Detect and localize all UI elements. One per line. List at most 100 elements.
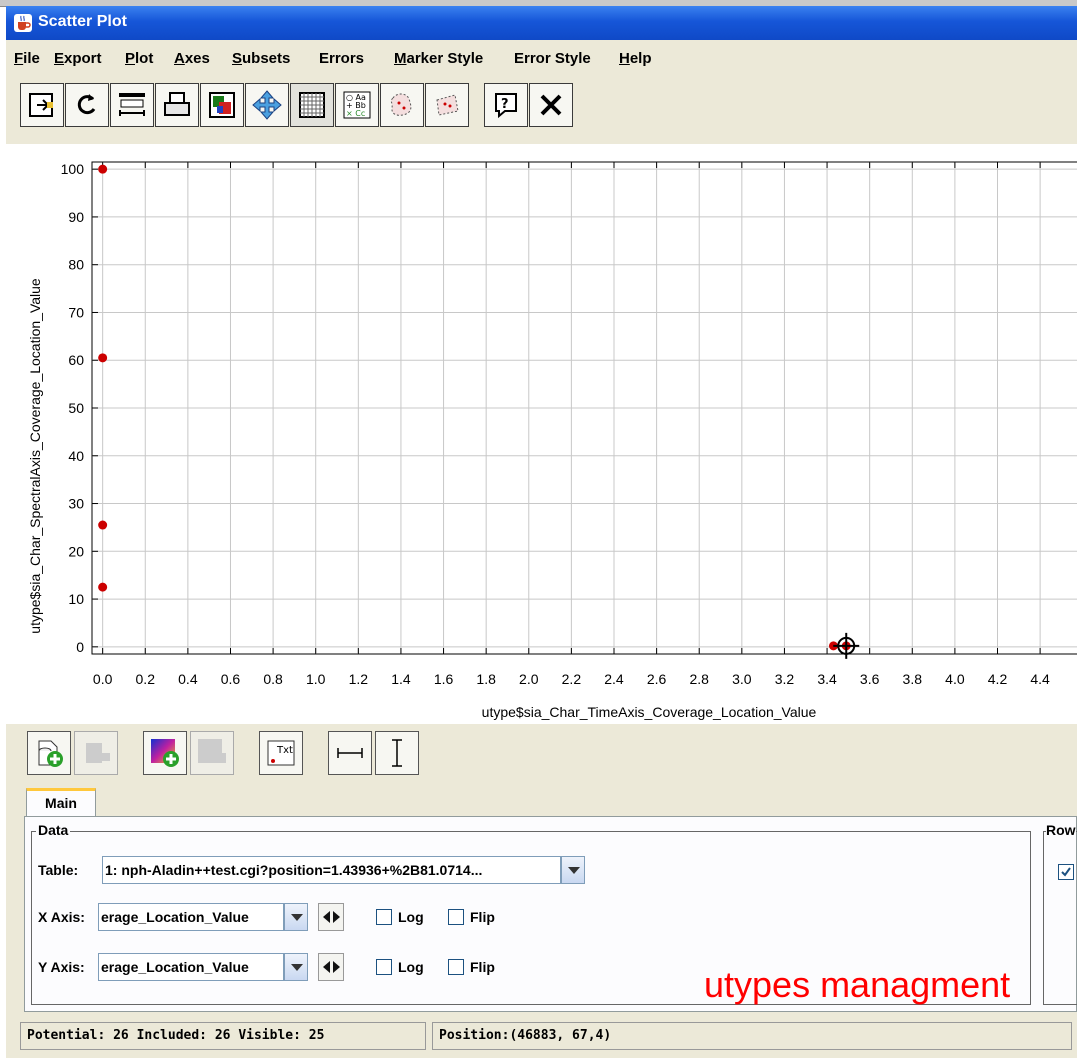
x-tick-label: 3.2 <box>775 671 795 687</box>
svg-text:× Cc: × Cc <box>346 109 365 118</box>
grid-icon <box>299 92 325 118</box>
add-dataset-button[interactable] <box>27 731 71 775</box>
data-point <box>98 520 108 530</box>
menu-help[interactable]: Help <box>619 50 652 67</box>
navigate-icon <box>252 90 282 120</box>
y-axis-dropdown-arrow[interactable] <box>284 953 308 981</box>
x-tick-label: 2.4 <box>604 671 624 687</box>
x-tick-label: 4.4 <box>1030 671 1050 687</box>
x-axis-select[interactable]: erage_Location_Value <box>98 903 284 931</box>
menu-plot[interactable]: Plot <box>125 50 153 67</box>
y-axis-label: Y Axis: <box>38 959 85 975</box>
add-density-layer-icon <box>151 739 179 767</box>
main-toolbar: ○ Aa + Bb × Cc ? <box>6 78 1077 142</box>
y-error-bar-icon <box>392 739 402 767</box>
x-tick-label: 2.6 <box>647 671 667 687</box>
remove-layer-icon <box>198 739 226 763</box>
x-tick-label: 2.8 <box>689 671 709 687</box>
menu-axes[interactable]: Axes <box>174 50 210 67</box>
navigate-button[interactable] <box>245 83 289 127</box>
menu-error-style[interactable]: Error Style <box>514 50 591 67</box>
scatter-plot-svg[interactable]: 0.0 0.2 0.4 0.6 0.8 1.0 1.2 1.4 1.6 1.8 2.0 2.2 2.4 2… <box>6 144 1077 724</box>
remove-dataset-button[interactable] <box>74 731 118 775</box>
color-image-button[interactable] <box>200 83 244 127</box>
replot-icon <box>77 94 96 115</box>
y-error-bar-button[interactable] <box>375 731 419 775</box>
menu-bar: File Export Plot Axes Subsets Errors Mar… <box>6 46 1077 72</box>
data-group-title: Data <box>36 822 71 838</box>
svg-text:Txt: Txt <box>276 745 293 756</box>
row-checkbox[interactable] <box>1058 864 1074 880</box>
status-counts: Potential: 26 Included: 26 Visible: 25 <box>20 1022 426 1050</box>
x-log-label: Log <box>398 909 424 925</box>
subset-region-button[interactable] <box>425 83 469 127</box>
replot-button[interactable] <box>65 83 109 127</box>
x-log-checkbox[interactable] <box>376 909 392 925</box>
subset-region-icon <box>436 94 459 116</box>
export-button[interactable] <box>20 83 64 127</box>
scatter-plot-area[interactable]: 0.0 0.2 0.4 0.6 0.8 1.0 1.2 1.4 1.6 1.8 2.0 2.2 2.4 2… <box>6 144 1077 724</box>
menu-subsets[interactable]: Subsets <box>232 50 290 67</box>
y-log-label: Log <box>398 959 424 975</box>
x-tick-label: 4.2 <box>988 671 1008 687</box>
x-tick-label: 4.0 <box>945 671 965 687</box>
y-axis-select[interactable]: erage_Location_Value <box>98 953 284 981</box>
data-point <box>98 164 108 174</box>
x-tick-label: 2.2 <box>562 671 582 687</box>
y-axis-title: utype$sia_Char_SpectralAxis_Coverage_Loc… <box>27 278 43 634</box>
add-density-layer-button[interactable] <box>143 731 187 775</box>
svg-text:?: ? <box>501 97 509 112</box>
data-point <box>98 353 108 363</box>
table-dropdown-arrow[interactable] <box>561 856 585 884</box>
menu-marker-style[interactable]: Marker Style <box>394 50 483 67</box>
close-icon <box>540 94 562 116</box>
x-flip-label: Flip <box>470 909 495 925</box>
scatter-plot-window: Scatter Plot File Export Plot Axes Subse… <box>6 6 1077 1058</box>
checkmark-icon <box>1061 867 1071 877</box>
x-tick-label: 1.0 <box>306 671 326 687</box>
print-button[interactable] <box>155 83 199 127</box>
menu-errors[interactable]: Errors <box>319 50 364 67</box>
y-tick-label: 0 <box>76 639 84 655</box>
x-axis-step-buttons[interactable] <box>318 903 344 931</box>
y-axis-step-buttons[interactable] <box>318 953 344 981</box>
x-axis-dropdown-arrow[interactable] <box>284 903 308 931</box>
x-error-bar-button[interactable] <box>328 731 372 775</box>
close-button[interactable] <box>529 83 573 127</box>
grid-button[interactable] <box>290 83 334 127</box>
menu-export[interactable]: Export <box>54 50 102 67</box>
x-tick-label: 1.8 <box>476 671 496 687</box>
y-tick-label: 50 <box>68 400 84 416</box>
add-dataset-icon <box>38 740 63 767</box>
x-tick-label: 0.2 <box>136 671 156 687</box>
tab-main[interactable]: Main <box>26 788 96 818</box>
x-tick-label: 3.0 <box>732 671 752 687</box>
add-text-label-button[interactable]: Txt <box>259 731 303 775</box>
annotation-overlay-text: utypes managment <box>704 964 1011 1005</box>
status-bar: Potential: 26 Included: 26 Visible: 25 P… <box>6 1014 1077 1058</box>
x-tick-label: 3.8 <box>903 671 923 687</box>
x-tick-label: 0.6 <box>221 671 241 687</box>
window-title: Scatter Plot <box>38 13 127 30</box>
y-log-checkbox[interactable] <box>376 959 392 975</box>
layer-toolbar: Txt <box>6 724 1077 784</box>
x-flip-checkbox[interactable] <box>448 909 464 925</box>
y-tick-label: 100 <box>61 161 85 177</box>
legend-button[interactable]: ○ Aa + Bb × Cc <box>335 83 379 127</box>
y-tick-label: 60 <box>68 352 84 368</box>
remove-dataset-icon <box>86 743 110 763</box>
axis-editor-button[interactable] <box>110 83 154 127</box>
remove-layer-button[interactable] <box>190 731 234 775</box>
subset-blob-button[interactable] <box>380 83 424 127</box>
row-group-title: Row <box>1046 822 1076 838</box>
help-button[interactable]: ? <box>484 83 528 127</box>
table-select[interactable]: 1: nph-Aladin++test.cgi?position=1.43936… <box>102 856 561 884</box>
java-cup-icon <box>14 14 32 32</box>
title-bar[interactable]: Scatter Plot <box>6 6 1077 40</box>
y-flip-checkbox[interactable] <box>448 959 464 975</box>
export-icon <box>29 93 53 117</box>
axis-editor-icon <box>119 93 145 116</box>
menu-file[interactable]: File <box>14 50 40 67</box>
x-tick-label: 0.0 <box>93 671 113 687</box>
color-image-icon <box>209 92 235 118</box>
